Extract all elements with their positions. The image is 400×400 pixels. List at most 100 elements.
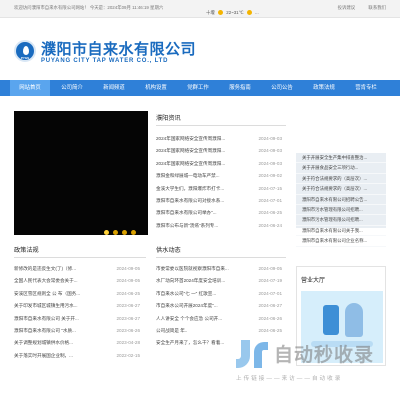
policy-title: 关于调整规划城镇供水价格... xyxy=(14,340,73,346)
policy-date: 2023-06-27 xyxy=(116,315,141,321)
logo-emblem-text: PYGS xyxy=(20,56,30,60)
supply-date: 2024-07-19 xyxy=(258,278,283,284)
top-bar: 欢迎访问濮阳市自来水有限公司网站！ 今天是：2024年09月 11:46:19 … xyxy=(0,0,400,18)
supply-item[interactable]: 水厂动向环首2024年度安全培训... 2024-07-19 xyxy=(156,275,282,287)
supply-title: 公司战简是 年.. xyxy=(156,327,188,333)
supply-date: 2024-09-05 xyxy=(258,266,283,271)
banner-slideshow[interactable] xyxy=(14,111,148,235)
nav-organization[interactable]: 机构设置 xyxy=(136,80,176,96)
policy-item[interactable]: 安溪区雪区规则全 公 布（国务... 2024-06-25 xyxy=(14,288,140,300)
news-title: 2024年国家网络安全宣传周濮阳... xyxy=(156,136,226,141)
slideshow-dots xyxy=(104,222,140,240)
news-item[interactable]: 2024年国家网络安全宣传周濮阳... 2024-09-03 xyxy=(156,145,282,157)
news-item[interactable]: 濮阳金和绿展城—电动车严禁... 2024-09-02 xyxy=(156,170,282,182)
supply-item[interactable]: 市委常委以医院就视察濮阳市自来... 2024-09-05 xyxy=(156,263,282,275)
cloud-icon xyxy=(246,10,252,16)
news-title: 金溪大学生们，濮阳爆炸市打卡... xyxy=(156,185,225,191)
nav-business-column[interactable]: 营肯专栏 xyxy=(346,80,386,96)
business-hall-title: 营业大厅 xyxy=(301,278,326,284)
side-item[interactable]: 关于符合法规要求的（高层次）... xyxy=(296,184,386,195)
news-date: 2024-09-02 xyxy=(258,173,283,179)
supply-item[interactable]: 市自来水公司"七 一" 红歌宣... 2024-07-01 xyxy=(156,288,282,300)
news-date: 2024-09-03 xyxy=(258,136,283,141)
nav-about[interactable]: 公司简介 xyxy=(52,80,92,96)
complaint-link[interactable]: 投诉建议 xyxy=(338,5,356,10)
side-item[interactable]: 濮阳市污水管理有限公司招聘... xyxy=(296,215,386,226)
policy-title: 关于落实时开展国企业制，... xyxy=(14,352,73,358)
policy-date: 2024-06-25 xyxy=(116,290,141,296)
supply-title: 市自来水公司开展2024年度"... xyxy=(156,303,218,309)
nav-news[interactable]: 新闻频道 xyxy=(94,80,134,96)
side-item[interactable]: 濮阳市自来水有限公司关于我... xyxy=(296,226,386,237)
news-item[interactable]: 濮阳市自来水有限公司对接水系... 2024-07-01 xyxy=(156,195,282,207)
nav-announcements[interactable]: 公司公告 xyxy=(262,80,302,96)
news-title: 濮阳市公布与新"溃疡"系列专... xyxy=(156,222,219,228)
news-item[interactable]: 濮阳市自来水有限公司举办"... 2024-06-25 xyxy=(156,207,282,219)
policy-item[interactable]: 关于调整规划城镇供水价格... 2023-04-28 xyxy=(14,337,140,349)
slide-dot[interactable] xyxy=(131,230,136,235)
weather-widget: 十堰 22~31℃ ... xyxy=(206,10,259,16)
slide-dot[interactable] xyxy=(122,230,127,235)
news-title: 2024年国家网络安全宣传周濮阳... xyxy=(156,148,226,154)
side-item[interactable]: 濮阳市自来水有限公司招聘公告... xyxy=(296,195,386,205)
policy-date: 2023-04-28 xyxy=(116,340,141,346)
person-icon xyxy=(345,303,363,337)
weather-city: 十堰 xyxy=(206,10,215,15)
policy-item[interactable]: 关于印发市城区城镇生用污水... 2023-06-27 xyxy=(14,300,140,312)
weather-trail: ... xyxy=(255,10,259,15)
water-drop-icon xyxy=(23,46,29,55)
news-section-title[interactable]: 濮阳资讯 xyxy=(156,113,181,122)
slide-dot[interactable] xyxy=(113,230,118,235)
policy-item[interactable]: 全国人民代表大会常委会关于... 2024-09-05 xyxy=(14,275,140,287)
main-nav: 网站首页 公司简介 新闻频道 机构设置 党群工作 服务指南 公司公告 政策法规 … xyxy=(0,80,400,96)
side-item[interactable]: 濮阳市自来水有限公司企业名称... xyxy=(296,236,386,247)
policy-section-title[interactable]: 政策法规 xyxy=(14,245,39,254)
contact-link[interactable]: 联系我们 xyxy=(368,5,386,10)
sun-icon xyxy=(218,10,224,16)
nav-home[interactable]: 网站首页 xyxy=(10,80,50,96)
news-date: 2024-06-25 xyxy=(258,210,283,216)
nav-service-guide[interactable]: 服务指南 xyxy=(220,80,260,96)
nav-party-work[interactable]: 党群工作 xyxy=(178,80,218,96)
news-item[interactable]: 2024年国家网络安全宣传周濮阳... 2024-09-03 xyxy=(156,158,282,170)
side-item[interactable]: 关于开展食品安全三项行动... xyxy=(296,163,386,174)
news-title: 濮阳市自来水有限公司举办"... xyxy=(156,210,217,216)
policy-item[interactable]: 关于落实时开展国企业制，... 2022-02-15 xyxy=(14,350,140,362)
supply-title: 市委常委以医院就视察濮阳市自来... xyxy=(156,266,229,271)
supply-section-title[interactable]: 供水动态 xyxy=(156,245,181,254)
logo-emblem[interactable]: PYGS xyxy=(14,40,36,62)
policy-item[interactable]: 新修改的是违反生文(了)（修... 2024-09-05 xyxy=(14,263,140,275)
news-list: 2024年国家网络安全宣传周濮阳... 2024-09-03 2024年国家网络安… xyxy=(156,133,282,232)
news-item[interactable]: 2024年国家网络安全宣传周濮阳... 2024-09-03 xyxy=(156,133,282,145)
supply-item[interactable]: 人人讲安全 个个会应急 公司开... 2024-06-26 xyxy=(156,313,282,325)
news-item[interactable]: 金溪大学生们，濮阳爆炸市打卡... 2024-07-15 xyxy=(156,183,282,195)
divider xyxy=(156,257,286,258)
policy-date: 2023-06-26 xyxy=(116,327,141,333)
divider xyxy=(156,125,286,126)
company-name[interactable]: 濮阳市自来水有限公司 xyxy=(41,38,196,59)
welcome-text: 欢迎访问濮阳市自来水有限公司网站！ 今天是：2024年09月 11:46:19 … xyxy=(14,5,164,10)
slide-dot[interactable] xyxy=(104,230,109,235)
news-item[interactable]: 濮阳市公布与新"溃疡"系列专... 2024-06-24 xyxy=(156,220,282,232)
side-item[interactable]: 关于符合法规要求的（高层次）... xyxy=(296,174,386,185)
weather-temp: 22~31℃ xyxy=(226,10,244,15)
side-item[interactable]: 濮阳市污水管理有限公司招聘... xyxy=(296,205,386,216)
news-date: 2024-09-03 xyxy=(258,160,283,166)
policy-title: 濮阳市自来水有限公司 "水质... xyxy=(14,327,76,333)
policy-title: 全国人民代表大会常委会关于... xyxy=(14,278,78,284)
policy-title: 关于印发市城区城镇生用污水... xyxy=(14,303,78,309)
policy-title: 安溪区雪区规则全 公 布（国务... xyxy=(14,290,81,296)
supply-title: 安全生产月来了，怎么干？看着... xyxy=(156,340,225,346)
phone-icon xyxy=(323,305,339,335)
watermark: 自动秒收录 上传链接——来访——自动收录 xyxy=(232,336,388,384)
nav-policy[interactable]: 政策法规 xyxy=(304,80,344,96)
news-title: 濮阳金和绿展城—电动车严禁... xyxy=(156,173,220,179)
divider xyxy=(14,257,146,258)
news-title: 2024年国家网络安全宣传周濮阳... xyxy=(156,160,226,166)
side-item[interactable]: 关于开展安全生产集中排查整治... xyxy=(296,153,386,164)
news-title: 濮阳市自来水有限公司对接水系... xyxy=(156,197,225,203)
policy-item[interactable]: 濮阳市自来水有限公司 "水质... 2023-06-26 xyxy=(14,325,140,337)
supply-item[interactable]: 市自来水公司开展2024年度"... 2024-06-27 xyxy=(156,300,282,312)
policy-item[interactable]: 濮阳市自来水有限公司 关于开... 2023-06-27 xyxy=(14,313,140,325)
supply-title: 市自来水公司"七 一" 红歌宣... xyxy=(156,290,217,296)
